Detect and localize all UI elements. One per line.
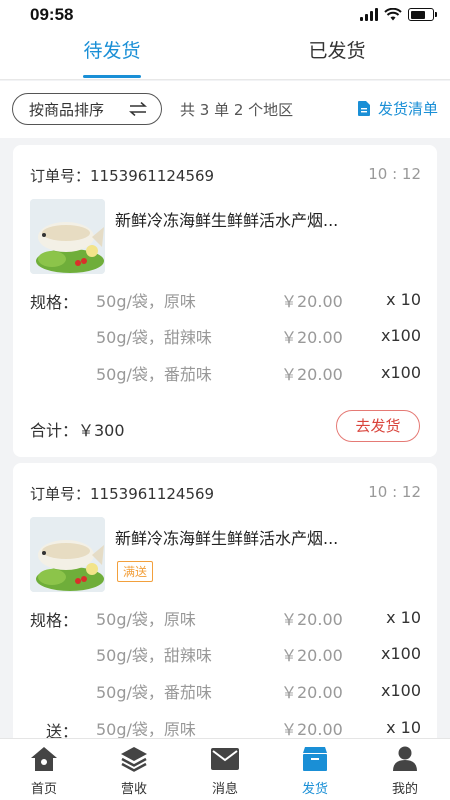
- order-number: 1153961124569: [90, 485, 215, 503]
- spec-item: 50g/袋，原味: [96, 292, 196, 311]
- spec-quantity: x100: [380, 644, 421, 663]
- spec-price: ￥20.00: [281, 365, 343, 384]
- nav-profile-label: 我的: [391, 782, 418, 797]
- nav-home-label: 首页: [30, 782, 57, 797]
- tab-pending-shipment[interactable]: 待发货: [52, 36, 172, 63]
- layers-icon: [121, 747, 147, 772]
- order-number: 1153961124569: [90, 167, 215, 185]
- status-time: 09:58: [30, 5, 74, 24]
- spec-price: ￥20.00: [281, 292, 343, 311]
- nav-shipping[interactable]: 发货: [280, 744, 350, 797]
- signal-icon: [360, 8, 378, 21]
- gift-quantity: x 10: [386, 718, 421, 737]
- gift-price: ￥20.00: [281, 720, 343, 739]
- status-bar: 09:58: [0, 0, 450, 30]
- product-name[interactable]: 新鲜冷冻海鲜生鲜鲜活水产烟...: [115, 525, 415, 549]
- gift-item: 50g/袋，原味: [96, 720, 196, 739]
- product-thumbnail[interactable]: [30, 199, 105, 274]
- document-icon: [357, 101, 370, 116]
- spec-item: 50g/袋，番茄味: [96, 683, 212, 702]
- order-tabs: 待发货 已发货: [0, 30, 450, 80]
- swap-icon: [129, 102, 147, 116]
- bottom-navigation: 首页 营收 消息 发货 我的: [0, 738, 450, 800]
- sort-button-label: 按商品排序: [29, 100, 105, 119]
- box-icon: [303, 747, 327, 771]
- nav-revenue[interactable]: 营收: [99, 744, 169, 797]
- spec-label: 规格：: [30, 293, 79, 312]
- spec-item: 50g/袋，番茄味: [96, 365, 212, 384]
- order-number-row: 订单号：1153961124569: [30, 483, 214, 504]
- order-number-label: 订单号：: [30, 167, 91, 185]
- sort-by-product-button[interactable]: 按商品排序: [12, 93, 162, 125]
- filter-bar: 按商品排序 共 3 单 2 个地区 发货清单: [0, 81, 450, 138]
- nav-home[interactable]: 首页: [9, 744, 79, 797]
- order-time: 10 : 12: [368, 483, 421, 501]
- order-card: 订单号：1153961124569 10 : 12 新鲜冷冻海鲜生鲜鲜活水产烟.…: [13, 463, 437, 753]
- product-name[interactable]: 新鲜冷冻海鲜生鲜鲜活水产烟...: [115, 207, 415, 231]
- order-number-row: 订单号：1153961124569: [30, 165, 214, 186]
- nav-shipping-label: 发货: [301, 782, 328, 797]
- order-card: 订单号：1153961124569 10 : 12 新鲜冷冻海鲜生鲜鲜活水产烟.…: [13, 145, 437, 457]
- spec-item: 50g/袋，甜辣味: [96, 646, 212, 665]
- nav-revenue-label: 营收: [120, 782, 147, 797]
- order-total: 合计：￥300: [30, 421, 125, 440]
- nav-messages-label: 消息: [211, 782, 238, 797]
- shipping-list-label: 发货清单: [377, 100, 438, 118]
- tab-shipped[interactable]: 已发货: [277, 36, 397, 63]
- spec-price: ￥20.00: [281, 683, 343, 702]
- spec-quantity: x100: [380, 681, 421, 700]
- ship-button[interactable]: 去发货: [336, 410, 420, 442]
- active-tab-indicator: [83, 75, 141, 78]
- mail-icon: [211, 748, 239, 770]
- order-number-label: 订单号：: [30, 485, 91, 503]
- nav-messages[interactable]: 消息: [190, 744, 260, 797]
- order-time: 10 : 12: [368, 165, 421, 183]
- user-icon: [393, 746, 417, 771]
- battery-icon: [408, 8, 437, 21]
- spec-price: ￥20.00: [281, 328, 343, 347]
- spec-price: ￥20.00: [281, 646, 343, 665]
- order-summary: 共 3 单 2 个地区: [180, 101, 294, 119]
- nav-profile[interactable]: 我的: [370, 744, 440, 797]
- spec-quantity: x 10: [386, 290, 421, 309]
- wifi-icon: [384, 8, 402, 21]
- spec-quantity: x100: [380, 326, 421, 345]
- spec-label: 规格：: [30, 611, 79, 630]
- spec-quantity: x 10: [386, 608, 421, 627]
- promo-tag: 满送: [117, 561, 154, 582]
- status-icons: [360, 8, 437, 21]
- shipping-list-link[interactable]: 发货清单: [357, 98, 438, 119]
- spec-item: 50g/袋，原味: [96, 610, 196, 629]
- spec-item: 50g/袋，甜辣味: [96, 328, 212, 347]
- spec-price: ￥20.00: [281, 610, 343, 629]
- home-icon: [31, 747, 57, 771]
- spec-quantity: x100: [380, 363, 421, 382]
- product-thumbnail[interactable]: [30, 517, 105, 592]
